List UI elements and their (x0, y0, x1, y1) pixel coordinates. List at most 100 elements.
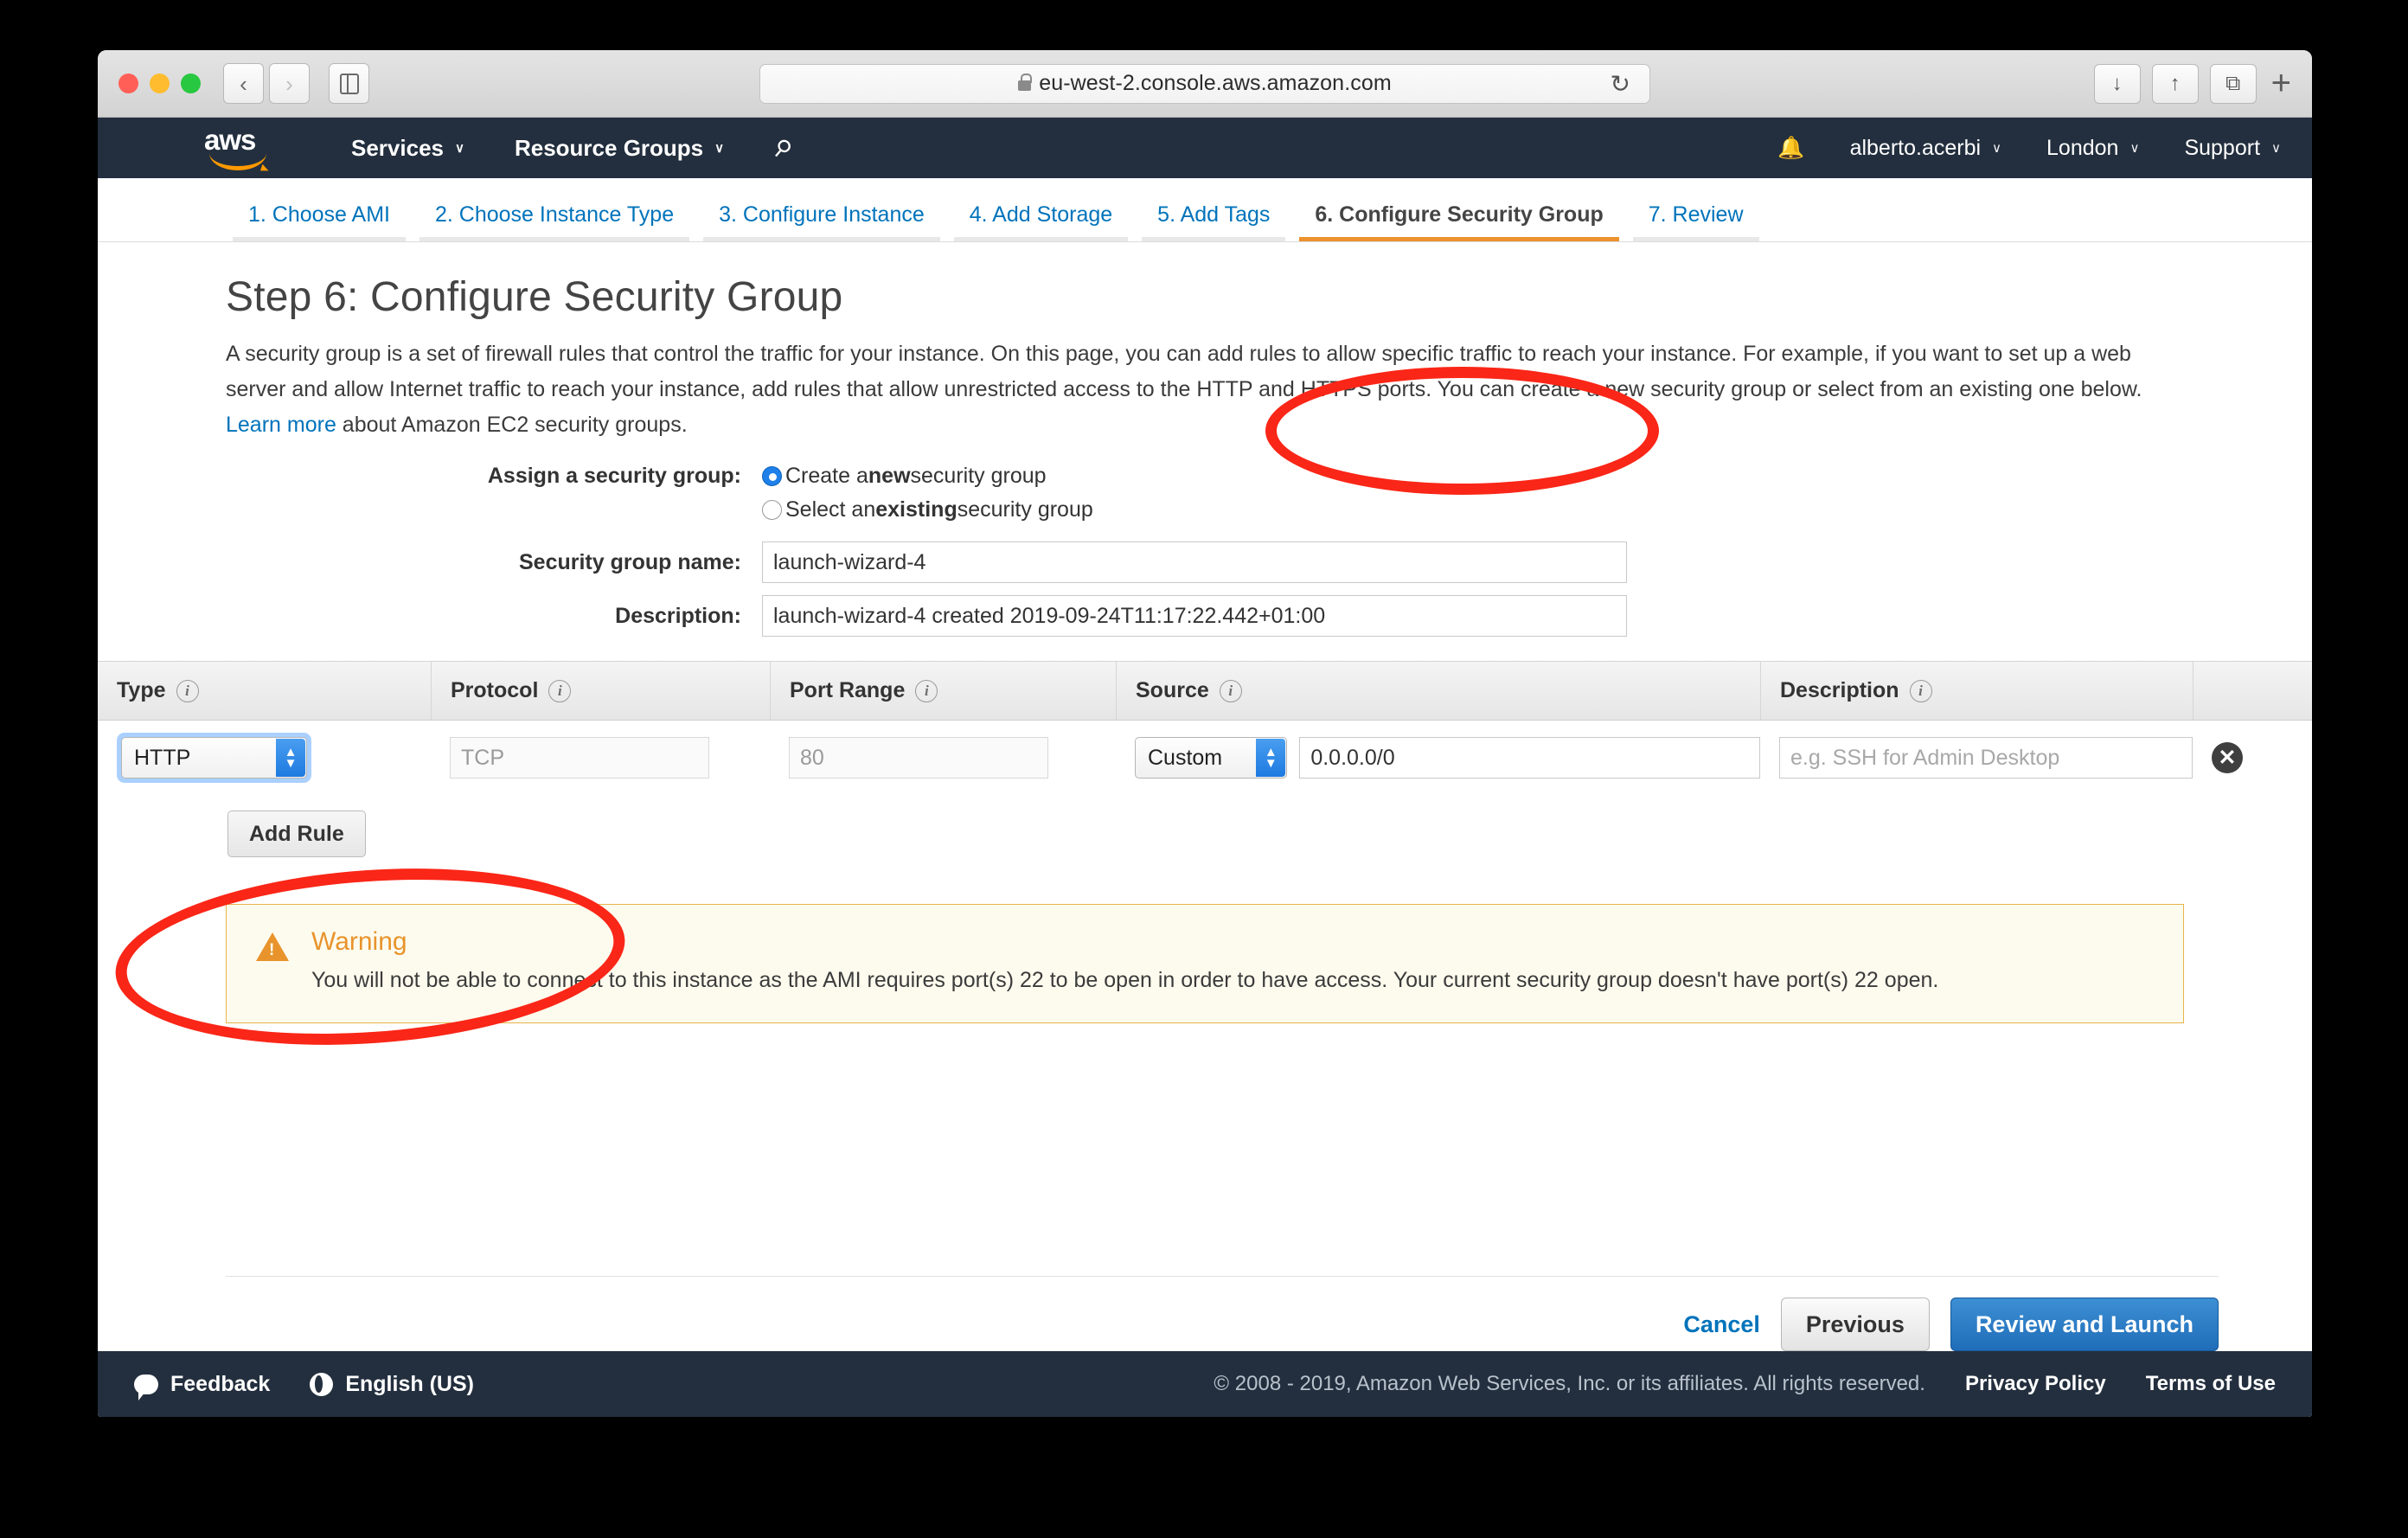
aws-top-navigation: aws Services ∨ Resource Groups ∨ ⚲ 🔔 alb… (98, 118, 2312, 178)
column-label-source: Source (1136, 678, 1209, 702)
add-rule-button[interactable]: Add Rule (227, 811, 366, 857)
warning-message: You will not be able to connect to this … (311, 968, 1939, 992)
footer-right: © 2008 - 2019, Amazon Web Services, Inc.… (1214, 1372, 2276, 1396)
column-label-protocol: Protocol (451, 678, 539, 702)
previous-button[interactable]: Previous (1780, 1298, 1930, 1351)
window-controls (118, 74, 201, 93)
reload-icon[interactable]: ↻ (1611, 69, 1630, 98)
account-menu[interactable]: alberto.acerbi ∨ (1850, 136, 2001, 161)
globe-icon (310, 1372, 334, 1396)
chevron-down-icon: ∨ (454, 141, 464, 156)
rule-type-select[interactable]: HTTP ▲ ▼ (121, 737, 307, 779)
pin-icon[interactable]: ⚲ (767, 132, 797, 163)
navigation-buttons: ‹ › (223, 63, 310, 104)
wizard-actions: Cancel Previous Review and Launch (226, 1276, 2219, 1351)
share-button[interactable]: ↑ (2151, 63, 2199, 104)
info-icon[interactable]: i (1219, 679, 1242, 702)
address-bar[interactable]: eu-west-2.console.aws.amazon.com ↻ (759, 63, 1650, 104)
page-description: A security group is a set of firewall ru… (226, 336, 2184, 443)
page-footer: Feedback English (US) © 2008 - 2019, Ama… (98, 1351, 2312, 1417)
security-group-name-input[interactable] (762, 542, 1627, 583)
radio-new-bold: new (868, 464, 911, 488)
region-menu[interactable]: London ∨ (2046, 136, 2139, 161)
close-window-button[interactable] (118, 74, 138, 93)
wizard-step-6[interactable]: 6. Configure Security Group (1292, 202, 1625, 241)
privacy-policy-link[interactable]: Privacy Policy (1965, 1372, 2106, 1396)
stepper-arrows-icon[interactable]: ▲ ▼ (276, 739, 305, 777)
radio-select-existing-security-group[interactable]: Select an existing security group (762, 497, 1093, 522)
cell-delete: ✕ (2193, 742, 2312, 773)
cell-protocol: TCP (431, 737, 770, 779)
maximize-window-button[interactable] (181, 74, 201, 93)
forward-icon: › (285, 70, 293, 97)
cell-port-range: 80 (770, 737, 1116, 779)
warning-triangle-icon (256, 932, 289, 961)
type-select-focus-ring: HTTP ▲ ▼ (117, 733, 311, 783)
learn-more-link[interactable]: Learn more (226, 413, 336, 437)
copyright-text: © 2008 - 2019, Amazon Web Services, Inc.… (1214, 1372, 1925, 1395)
cell-source: Custom ▲ ▼ (1116, 737, 1760, 779)
browser-window: ‹ › eu-west-2.console.aws.amazon.com ↻ ↓… (98, 50, 2312, 1417)
radio-existing-indicator[interactable] (762, 500, 782, 520)
chevron-down-icon: ∨ (714, 141, 725, 156)
review-and-launch-button[interactable]: Review and Launch (1950, 1298, 2219, 1351)
show-sidebar-button[interactable] (329, 63, 369, 104)
radio-create-new-security-group[interactable]: Create a new security group (762, 464, 1047, 489)
wizard-step-3[interactable]: 3. Configure Instance (696, 202, 947, 241)
support-menu[interactable]: Support ∨ (2184, 136, 2281, 161)
rule-source-cidr-input[interactable] (1299, 737, 1760, 779)
forward-button[interactable]: › (269, 63, 310, 104)
wizard-step-5[interactable]: 5. Add Tags (1135, 202, 1292, 241)
column-header-description: Description i (1760, 662, 2193, 720)
services-label: Services (351, 134, 444, 161)
column-header-type: Type i (98, 662, 431, 720)
security-rules-table: Type i Protocol i Port Range i Source i … (98, 661, 2312, 795)
resource-groups-label: Resource Groups (514, 134, 704, 161)
wizard-step-4[interactable]: 4. Add Storage (947, 202, 1135, 241)
radio-existing-suffix: security group (957, 497, 1093, 522)
info-icon[interactable]: i (548, 679, 572, 702)
security-group-name-label: Security group name: (519, 549, 741, 574)
tab-overview-button[interactable]: ⧉ (2209, 63, 2257, 104)
delete-rule-button[interactable]: ✕ (2212, 742, 2243, 773)
rule-source-select[interactable]: Custom ▲ ▼ (1135, 737, 1288, 779)
info-icon[interactable]: i (1909, 679, 1932, 702)
info-icon[interactable]: i (915, 679, 938, 702)
cell-description (1760, 737, 2193, 779)
table-row: HTTP ▲ ▼ TCP 80 Custom ▲ ▼ 0.0.0.0/0 e.g… (98, 721, 2312, 795)
minimize-window-button[interactable] (150, 74, 170, 93)
wizard-step-2[interactable]: 2. Choose Instance Type (413, 202, 696, 241)
back-button[interactable]: ‹ (223, 63, 264, 104)
page-body: 1. Choose AMI 2. Choose Instance Type 3.… (98, 178, 2312, 1417)
support-label: Support (2184, 135, 2261, 160)
info-icon[interactable]: i (176, 679, 199, 702)
downloads-button[interactable]: ↓ (2093, 63, 2141, 104)
column-label-port-range: Port Range (790, 678, 906, 702)
speech-bubble-icon (134, 1374, 158, 1400)
wizard-step-1[interactable]: 1. Choose AMI (226, 202, 413, 241)
region-label: London (2046, 135, 2119, 160)
services-menu[interactable]: Services ∨ (351, 135, 464, 162)
notifications-bell-icon[interactable]: 🔔 (1777, 136, 1804, 161)
wizard-step-7[interactable]: 7. Review (1626, 202, 1766, 241)
aws-wordmark: aws (204, 124, 256, 156)
new-tab-button[interactable]: + (2271, 64, 2291, 103)
aws-smile-icon (209, 153, 266, 170)
column-header-source: Source i (1116, 662, 1760, 720)
terms-of-use-link[interactable]: Terms of Use (2146, 1372, 2276, 1396)
aws-logo[interactable]: aws (204, 124, 277, 170)
language-selector[interactable]: English (US) (310, 1372, 474, 1397)
rule-port-range-input: 80 (789, 737, 1048, 779)
radio-new-indicator[interactable] (762, 466, 782, 486)
resource-groups-menu[interactable]: Resource Groups ∨ (515, 135, 724, 162)
page-content: Step 6: Configure Security Group A secur… (98, 273, 2312, 637)
security-group-description-input[interactable] (762, 595, 1627, 637)
column-header-port-range: Port Range i (770, 662, 1116, 720)
warning-title: Warning (311, 927, 407, 956)
cancel-button[interactable]: Cancel (1683, 1311, 1760, 1338)
language-label: English (US) (345, 1371, 474, 1396)
rule-description-input[interactable] (1779, 737, 2193, 779)
warning-text-block: Warning You will not be able to connect … (311, 927, 1938, 995)
feedback-link[interactable]: Feedback (134, 1372, 270, 1400)
stepper-arrows-icon[interactable]: ▲ ▼ (1256, 739, 1286, 777)
